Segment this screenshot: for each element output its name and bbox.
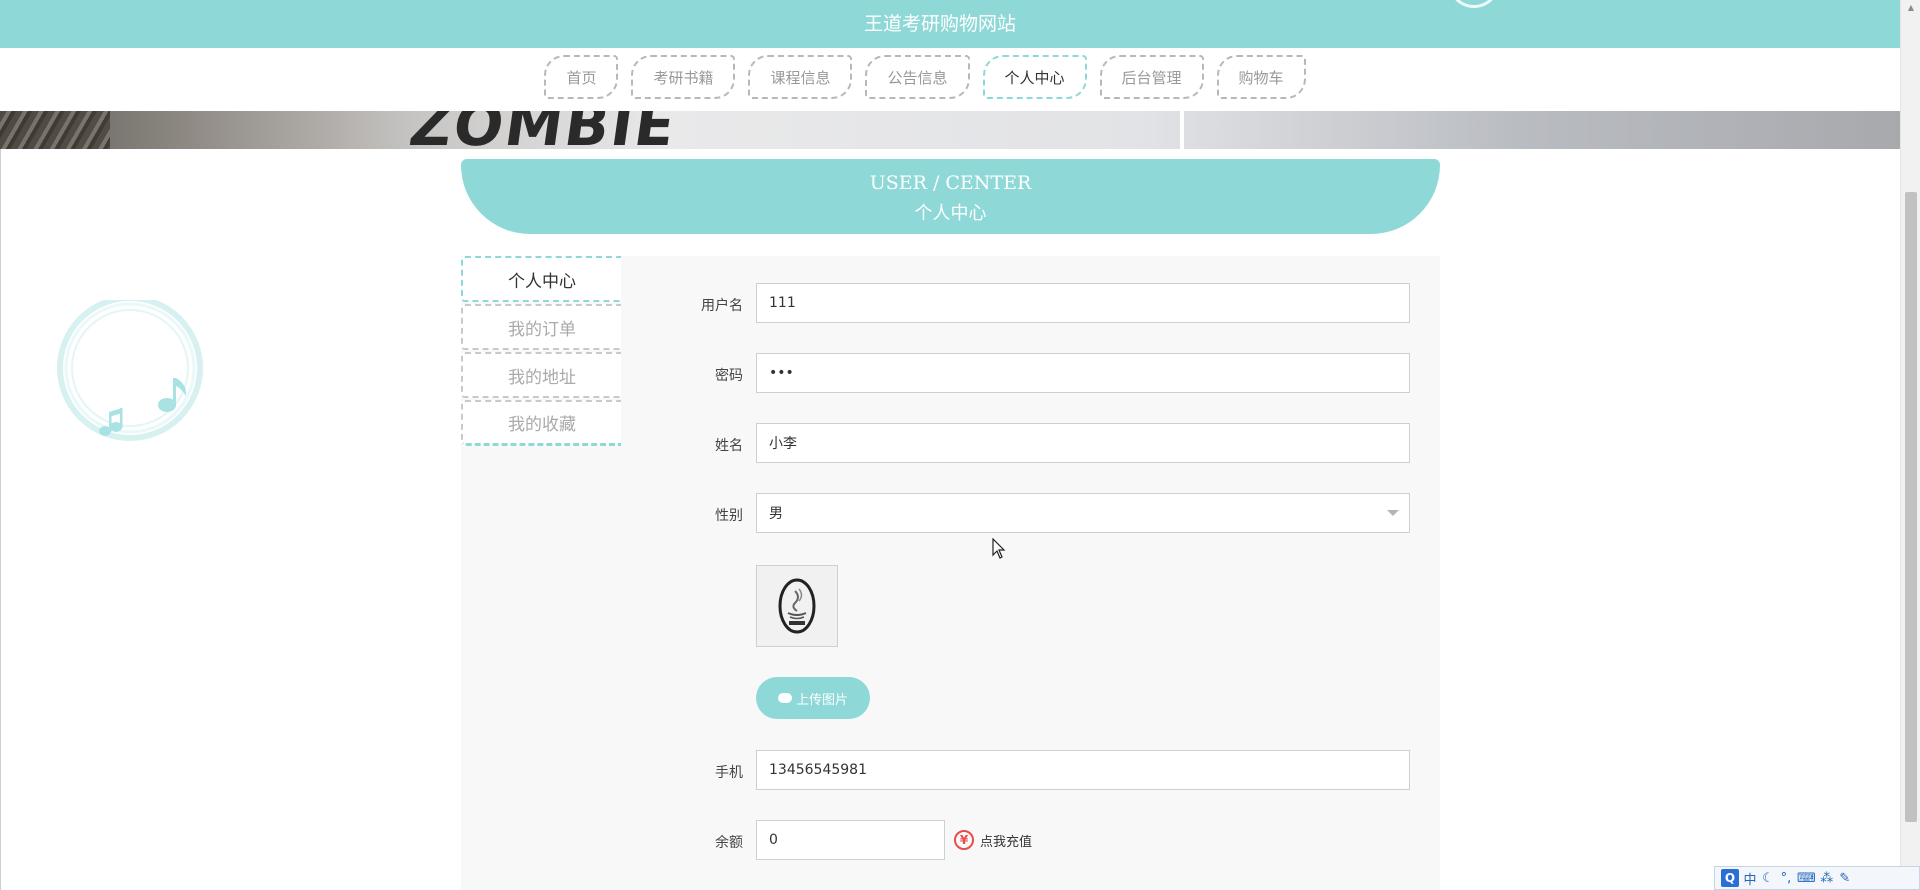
username-label: 用户名 (701, 298, 743, 314)
vertical-scrollbar[interactable]: ▲ ▼ (1900, 0, 1920, 890)
banner-texture (0, 111, 110, 149)
music-note-icon (55, 295, 205, 450)
profile-form: 用户名 111 密码 ••• 姓名 小李 性别 男 上传图片 手机 134565… (622, 256, 1440, 890)
side-menu-item-2[interactable]: 我的地址 (461, 352, 621, 398)
side-menu-item-3[interactable]: 我的收藏 (461, 400, 621, 446)
ime-moon-icon[interactable]: ☾ (1761, 871, 1775, 886)
password-label: 密码 (715, 368, 743, 384)
gender-value: 男 (769, 506, 783, 522)
main-nav: 首页 考研书籍 课程信息 公告信息 个人中心 后台管理 购物车 (0, 48, 1900, 111)
ime-logo-icon[interactable]: Q (1721, 869, 1739, 887)
page-edge (0, 149, 1, 890)
user-center-title-cn: 个人中心 (914, 203, 987, 224)
banner-divider (1180, 111, 1184, 149)
nav-item-4[interactable]: 个人中心 (982, 55, 1087, 99)
avatar-image (756, 565, 838, 647)
ime-settings-icon[interactable]: ✎ (1838, 871, 1852, 886)
name-input[interactable]: 小李 (756, 423, 1410, 463)
page: 王道考研购物网站 首页 考研书籍 课程信息 公告信息 个人中心 后台管理 购物车 ZOMBI… (0, 0, 1920, 890)
scrollbar-thumb[interactable] (1905, 192, 1917, 822)
upload-label: 上传图片 (795, 692, 848, 708)
top-title-bar: 王道考研购物网站 (0, 0, 1900, 48)
balance-input[interactable]: 0 (756, 820, 945, 860)
yen-icon: ¥ (954, 830, 974, 850)
banner-image: ZOMBIE (0, 111, 1900, 149)
nav-item-3[interactable]: 公告信息 (865, 55, 970, 99)
username-input[interactable]: 111 (756, 283, 1410, 323)
side-menu-item-1[interactable]: 我的订单 (461, 304, 621, 350)
java-logo-icon (778, 578, 816, 634)
upload-image-button[interactable]: 上传图片 (756, 677, 870, 719)
recharge-label: 点我充值 (980, 834, 1033, 850)
password-input[interactable]: ••• (756, 353, 1410, 393)
ime-keyboard-icon[interactable]: ⌨ (1797, 871, 1816, 886)
ime-mode[interactable]: 中 (1743, 869, 1757, 888)
nav-item-0[interactable]: 首页 (544, 55, 619, 99)
balance-label: 余额 (715, 835, 743, 851)
circle-decoration-icon (1448, 0, 1500, 8)
ime-tools-icon[interactable]: ⁂ (1820, 871, 1834, 886)
side-menu-item-0[interactable]: 个人中心 (461, 256, 621, 302)
nav-item-2[interactable]: 课程信息 (748, 55, 853, 99)
gender-label: 性别 (715, 508, 743, 524)
chevron-down-icon (1387, 510, 1399, 516)
phone-label: 手机 (715, 765, 743, 781)
user-center-header: USER / CENTER 个人中心 (461, 159, 1440, 234)
nav-item-1[interactable]: 考研书籍 (631, 55, 736, 99)
site-title: 王道考研购物网站 (863, 13, 1016, 35)
mouse-cursor-icon (992, 538, 1006, 559)
scroll-up-icon[interactable]: ▲ (1901, 0, 1920, 16)
nav-list: 首页 考研书籍 课程信息 公告信息 个人中心 后台管理 购物车 (0, 55, 1900, 99)
recharge-link[interactable]: ¥ 点我充值 (954, 820, 1032, 860)
phone-input[interactable]: 13456545981 (756, 750, 1410, 790)
ime-punctuation-icon[interactable]: °, (1779, 871, 1793, 886)
nav-item-5[interactable]: 后台管理 (1099, 55, 1204, 99)
cloud-upload-icon (777, 693, 792, 703)
name-label: 姓名 (715, 438, 743, 454)
gender-select[interactable]: 男 (756, 493, 1410, 533)
side-menu: 个人中心 我的订单 我的地址 我的收藏 (461, 256, 621, 448)
banner-text: ZOMBIE (405, 111, 682, 149)
user-center-title-en: USER / CENTER (869, 172, 1032, 194)
nav-item-6[interactable]: 购物车 (1216, 55, 1306, 99)
ime-toolbar: Q 中 ☾ °, ⌨ ⁂ ✎ (1714, 866, 1920, 890)
